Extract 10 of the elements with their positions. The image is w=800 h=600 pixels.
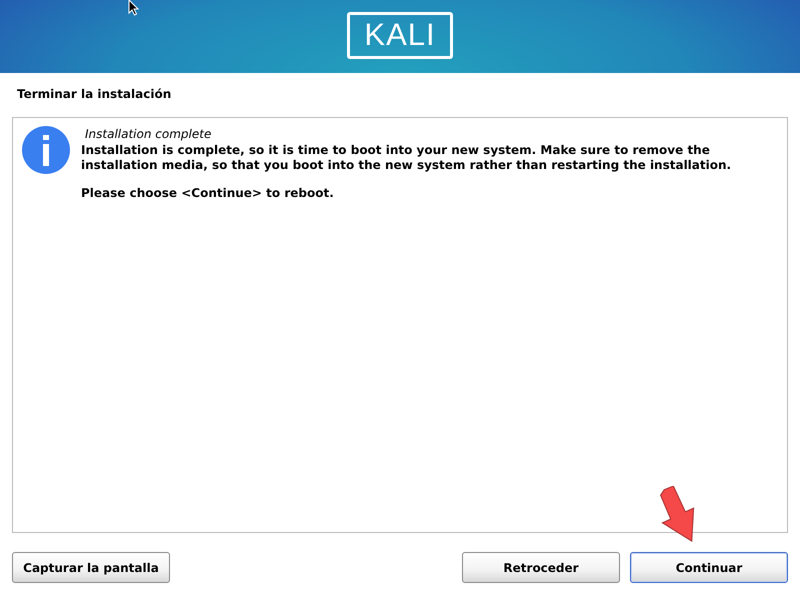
info-icon bbox=[21, 125, 71, 175]
back-button[interactable]: Retroceder bbox=[462, 552, 620, 583]
continue-button[interactable]: Continuar bbox=[630, 552, 788, 583]
message-paragraph: Please choose <Continue> to reboot. bbox=[81, 186, 335, 201]
message-title: Installation complete bbox=[85, 127, 212, 141]
kali-logo: KALI bbox=[347, 12, 453, 59]
message-paragraph: Installation is complete, so it is time to boot into your new system. Make sure to remove the installation media, so that you boot into the new system rather than restarting the installation. bbox=[81, 143, 732, 173]
screenshot-button[interactable]: Capturar la pantalla bbox=[12, 552, 170, 583]
page-title: Terminar la instalación bbox=[17, 87, 172, 101]
cursor-icon bbox=[128, 0, 140, 16]
